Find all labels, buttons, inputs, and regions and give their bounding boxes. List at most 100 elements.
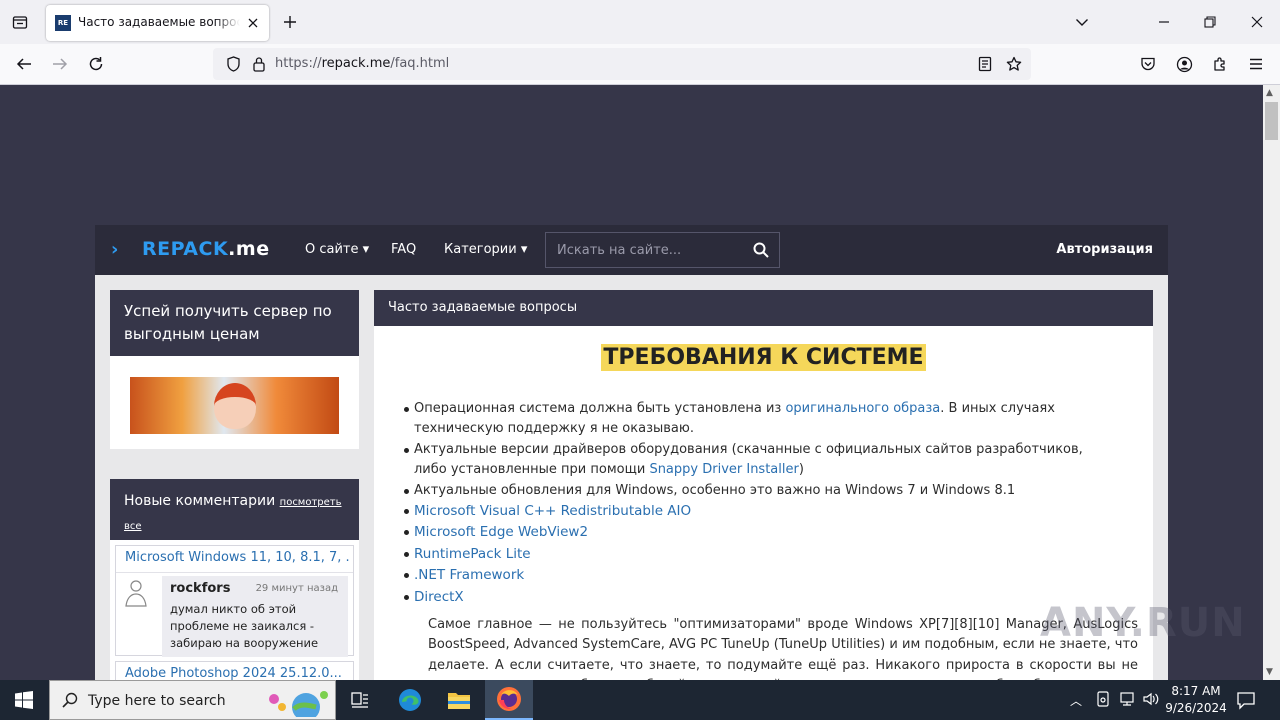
comment-post-link[interactable]: Adobe Photoshop 2024 25.12.0... <box>125 666 349 680</box>
clock-time: 8:17 AM <box>1171 684 1221 698</box>
faq-panel-title: Часто задаваемые вопросы <box>388 300 578 315</box>
promo-box <box>110 356 359 449</box>
windows-start-icon[interactable] <box>0 680 48 720</box>
minimize-icon[interactable] <box>1150 8 1178 36</box>
search-icon <box>62 692 78 712</box>
comments-list: Microsoft Windows 11, 10, 8.1, 7, ... ro… <box>110 540 359 680</box>
requirements-list: Операционная система должна быть установ… <box>404 399 1114 608</box>
firefox-view-icon[interactable] <box>6 8 34 36</box>
network-icon[interactable] <box>1118 691 1136 711</box>
reader-view-icon[interactable] <box>971 50 999 78</box>
vcredist-link[interactable]: Microsoft Visual C++ Redistributable AIO <box>414 503 691 519</box>
pocket-icon[interactable] <box>1134 50 1162 78</box>
new-tab-icon[interactable] <box>276 8 304 36</box>
tracking-shield-icon[interactable] <box>219 50 247 78</box>
comment-card: Adobe Photoshop 2024 25.12.0... <box>115 661 354 680</box>
list-item: Актуальные версии драйверов оборудования… <box>404 440 1114 481</box>
comments-title: Новые комментарии посмотреть все <box>124 493 342 532</box>
clock-date: 9/26/2024 <box>1165 701 1227 715</box>
close-tab-icon[interactable] <box>243 13 263 33</box>
original-image-link[interactable]: оригинального образа <box>785 401 940 416</box>
nav-toolbar: https://repack.me/faq.html <box>0 44 1280 85</box>
directx-link[interactable]: DirectX <box>414 589 464 605</box>
device-icon[interactable] <box>1096 691 1110 711</box>
back-arrow-icon[interactable] <box>10 50 38 78</box>
comment-time: 29 минут назад <box>255 583 338 594</box>
repack-favicon-icon: RE <box>55 15 71 31</box>
nav-about[interactable]: О сайте ▾ <box>305 242 369 257</box>
url-bar[interactable]: https://repack.me/faq.html <box>213 48 1031 80</box>
search-highlight-image <box>262 685 332 720</box>
comments-header: Новые комментарии посмотреть все <box>110 479 359 540</box>
runtimepack-link[interactable]: RuntimePack Lite <box>414 546 531 562</box>
list-item: Microsoft Visual C++ Redistributable AIO <box>404 501 1114 522</box>
avatar[interactable] <box>123 579 147 607</box>
tray-overflow-icon[interactable]: ︿ <box>1070 692 1082 709</box>
restore-icon[interactable] <box>1196 8 1224 36</box>
scroll-thumb[interactable] <box>1265 102 1278 140</box>
reload-icon[interactable] <box>82 50 110 78</box>
site-body: Успей получить сервер по выгодным ценам … <box>95 275 1168 680</box>
page-scrollbar[interactable]: ▲ ▼ <box>1263 85 1280 680</box>
task-view-icon[interactable] <box>336 680 384 720</box>
warning-paragraph: Самое главное — не пользуйтесь "оптимиза… <box>428 617 1138 680</box>
taskbar: Type here to search ︿ 8:17 AM 9/26/2024 <box>0 680 1280 720</box>
webview2-link[interactable]: Microsoft Edge WebView2 <box>414 524 588 540</box>
bookmark-star-icon[interactable] <box>1000 50 1028 78</box>
taskbar-search-box[interactable]: Type here to search <box>49 680 336 720</box>
list-item: .NET Framework <box>404 565 1114 586</box>
site-search-input[interactable]: Искать на сайте... <box>557 243 681 258</box>
scroll-down-arrow-icon[interactable]: ▼ <box>1266 667 1273 677</box>
list-item: RuntimePack Lite <box>404 544 1114 565</box>
tab-title: Часто задаваемые вопросы » RePack.me <box>78 15 240 29</box>
active-tab[interactable]: RE Часто задаваемые вопросы » RePack.me <box>46 5 269 41</box>
snappy-driver-link[interactable]: Snappy Driver Installer <box>649 462 798 477</box>
list-item: Операционная система должна быть установ… <box>404 399 1114 440</box>
page-title: ТРЕБОВАНИЯ К СИСТЕМЕ <box>601 344 926 371</box>
anyrun-watermark: ANY.RUN <box>1040 600 1246 646</box>
faq-content: ТРЕБОВАНИЯ К СИСТЕМЕ Операционная систем… <box>374 326 1153 680</box>
faq-panel-header: Часто задаваемые вопросы <box>374 290 1153 326</box>
edge-browser-icon[interactable] <box>386 680 434 720</box>
list-item: Актуальные обновления для Windows, особе… <box>404 481 1114 501</box>
login-link[interactable]: Авторизация <box>1056 242 1153 257</box>
forward-arrow-icon[interactable] <box>46 50 74 78</box>
heading-wrap: ТРЕБОВАНИЯ К СИСТЕМЕ <box>374 344 1153 371</box>
scroll-up-arrow-icon[interactable]: ▲ <box>1266 88 1273 98</box>
promo-title: Успей получить сервер по выгодным ценам <box>124 302 332 343</box>
file-explorer-icon[interactable] <box>435 680 483 720</box>
comment-bubble: rockfors 29 минут назад думал никто об э… <box>162 576 348 657</box>
tab-bar: RE Часто задаваемые вопросы » RePack.me <box>0 0 1280 44</box>
comment-card: Microsoft Windows 11, 10, 8.1, 7, ... ro… <box>115 545 354 657</box>
search-icon[interactable] <box>753 242 769 262</box>
firefox-icon[interactable] <box>485 680 533 720</box>
chevron-down-icon[interactable] <box>1068 8 1096 36</box>
close-window-icon[interactable] <box>1243 8 1271 36</box>
volume-icon[interactable] <box>1142 691 1160 711</box>
site-header: › REPACK.me О сайте ▾ FAQ Категории ▾ Ис… <box>95 225 1168 275</box>
logo-chevron-icon: › <box>111 239 119 260</box>
system-clock[interactable]: 8:17 AM 9/26/2024 <box>1162 683 1230 717</box>
extensions-puzzle-icon[interactable] <box>1206 50 1234 78</box>
taskbar-search-placeholder: Type here to search <box>88 693 226 709</box>
promo-header: Успей получить сервер по выгодным ценам <box>110 290 359 356</box>
page-viewport: › REPACK.me О сайте ▾ FAQ Категории ▾ Ис… <box>0 85 1263 680</box>
notification-icon[interactable] <box>1236 690 1256 714</box>
comment-post-link[interactable]: Microsoft Windows 11, 10, 8.1, 7, ... <box>125 550 349 565</box>
site-logo[interactable]: REPACK.me <box>142 238 270 260</box>
divider <box>116 572 353 573</box>
hamburger-menu-icon[interactable] <box>1242 50 1270 78</box>
nav-faq[interactable]: FAQ <box>391 242 416 257</box>
dotnet-link[interactable]: .NET Framework <box>414 567 524 583</box>
list-item: DirectX <box>404 587 1114 608</box>
site-search-box[interactable]: Искать на сайте... <box>545 232 780 268</box>
comment-username[interactable]: rockfors <box>170 581 230 596</box>
nav-categories[interactable]: Категории ▾ <box>444 242 527 257</box>
account-icon[interactable] <box>1170 50 1198 78</box>
promo-banner-image[interactable] <box>130 377 339 434</box>
url-text[interactable]: https://repack.me/faq.html <box>275 56 449 71</box>
lock-icon[interactable] <box>245 50 273 78</box>
comment-text: думал никто об этой проблеме не заикался… <box>170 602 319 650</box>
anime-character-image <box>214 383 256 429</box>
list-item: Microsoft Edge WebView2 <box>404 522 1114 543</box>
